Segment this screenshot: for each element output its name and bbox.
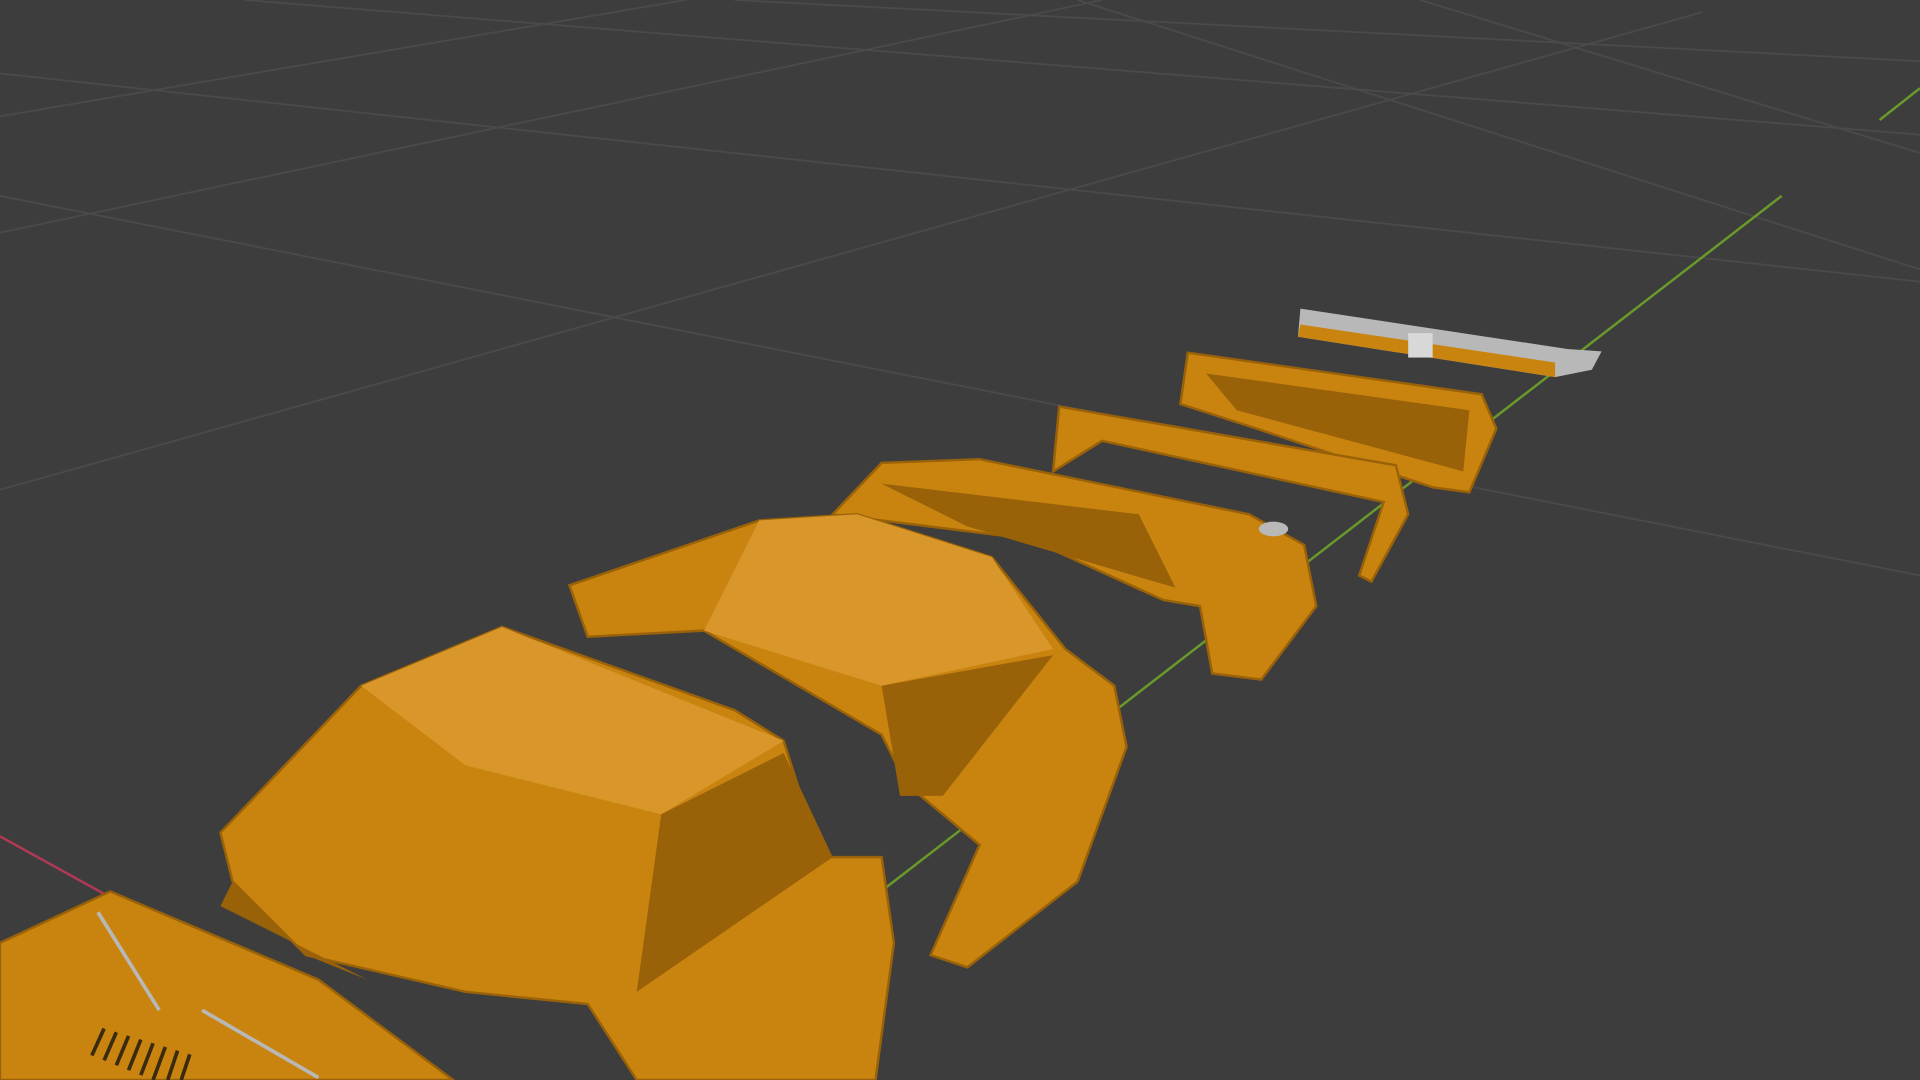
3d-viewport[interactable] [0, 0, 1920, 1080]
